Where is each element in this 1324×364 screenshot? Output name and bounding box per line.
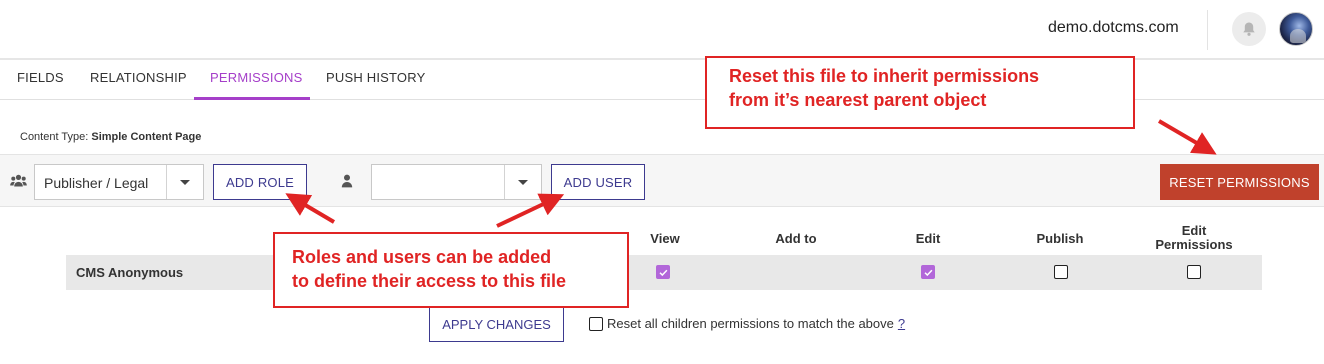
roles-callout: Roles and users can be added to define t… (273, 232, 629, 308)
column-header-view: View (650, 231, 680, 246)
roles-callout-line2: to define their access to this file (292, 271, 567, 291)
role-select-value: Publisher / Legal (44, 175, 149, 191)
site-name[interactable]: demo.dotcms.com (1048, 19, 1179, 37)
publish-checkbox[interactable] (1054, 265, 1068, 279)
add-user-button[interactable]: ADD USER (551, 164, 645, 200)
bell-icon[interactable] (1232, 12, 1266, 46)
header-divider (1207, 10, 1208, 50)
chevron-down-icon (518, 179, 528, 185)
edit-permissions-checkbox[interactable] (1187, 265, 1201, 279)
reset-permissions-button[interactable]: RESET PERMISSIONS (1160, 164, 1319, 200)
checkmark-icon (658, 269, 667, 276)
tab-fields[interactable]: FIELDS (17, 70, 64, 85)
active-tab-indicator (194, 97, 310, 100)
user-avatar[interactable] (1279, 12, 1313, 46)
view-checkbox[interactable] (656, 265, 670, 279)
row-role-name: CMS Anonymous (76, 265, 184, 280)
reset-children-label: Reset all children permissions to match … (607, 316, 894, 331)
content-type-info: Content Type: Simple Content Page (20, 131, 201, 143)
column-header-edit-permissions: Edit Permissions (1155, 223, 1233, 252)
column-header-edit: Edit (915, 231, 941, 246)
tab-push-history[interactable]: PUSH HISTORY (326, 70, 425, 85)
permissions-toolbar: Publisher / Legal ADD ROLE ADD USER RESE… (0, 154, 1324, 207)
reset-callout: Reset this file to inherit permissions f… (705, 56, 1135, 129)
column-header-add-to: Add to (775, 231, 817, 246)
reset-children-option: Reset all children permissions to match … (589, 316, 905, 331)
reset-children-checkbox[interactable] (589, 316, 603, 331)
top-bar: demo.dotcms.com (0, 0, 1324, 60)
users-group-icon (10, 174, 27, 187)
add-role-button[interactable]: ADD ROLE (213, 164, 307, 200)
help-link[interactable]: ? (898, 316, 905, 331)
reset-callout-line1: Reset this file to inherit permissions (729, 66, 1040, 86)
user-select-toggle[interactable] (504, 165, 541, 199)
roles-callout-line1: Roles and users can be added (292, 247, 552, 267)
chevron-down-icon (180, 179, 190, 185)
column-header-publish: Publish (1036, 231, 1084, 246)
checkmark-icon (923, 269, 932, 276)
content-type-label: Content Type: (20, 131, 89, 143)
user-select[interactable] (371, 164, 542, 200)
tab-relationship[interactable]: RELATIONSHIP (90, 70, 187, 85)
arrow-to-reset-button (1157, 119, 1217, 155)
edit-checkbox[interactable] (921, 265, 935, 279)
user-icon (341, 174, 353, 188)
reset-callout-line2: from it’s nearest parent object (729, 90, 987, 110)
role-select[interactable]: Publisher / Legal (34, 164, 204, 200)
role-select-toggle[interactable] (166, 165, 203, 199)
tab-permissions[interactable]: PERMISSIONS (210, 70, 303, 85)
apply-changes-button[interactable]: APPLY CHANGES (429, 306, 564, 342)
content-type-value: Simple Content Page (91, 131, 202, 143)
